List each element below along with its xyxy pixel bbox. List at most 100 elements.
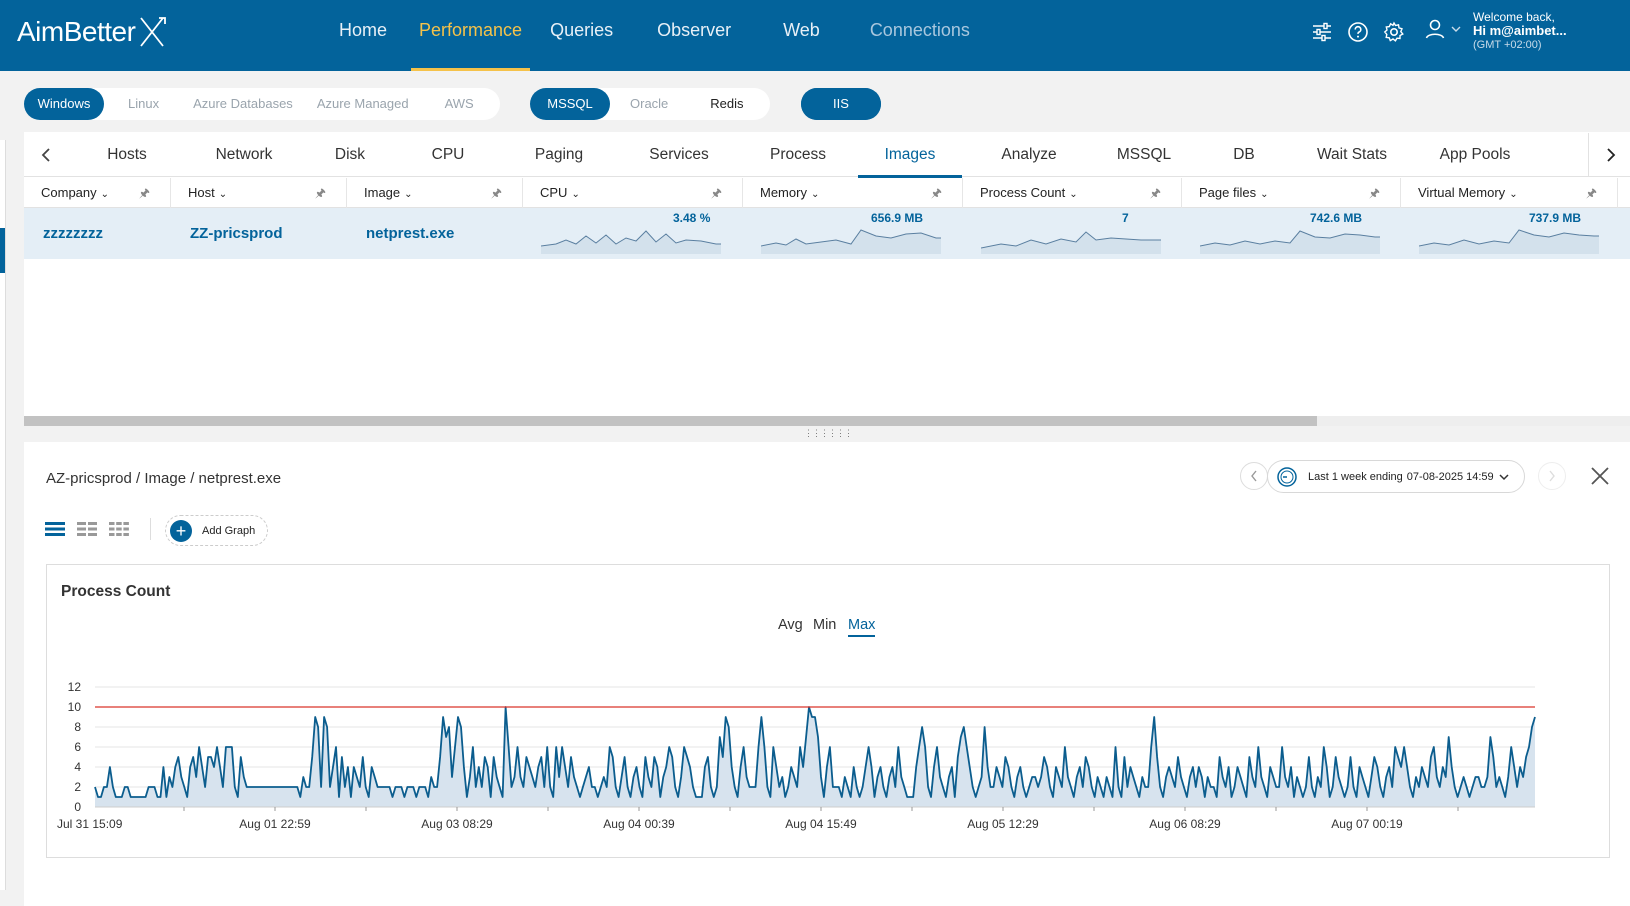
tab-db[interactable]: DB: [1192, 133, 1296, 177]
y-tick-label: 12: [68, 680, 82, 694]
tabs-scroll-right[interactable]: [1588, 133, 1630, 177]
col-memory[interactable]: Memory ⌄ 🖈: [743, 178, 963, 208]
tab-services[interactable]: Services: [620, 133, 738, 177]
range-next-button[interactable]: [1538, 462, 1566, 490]
filter-sliders-icon[interactable]: [1310, 20, 1334, 44]
layout-two-column-icon[interactable]: [76, 520, 98, 538]
pin-icon[interactable]: 🖈: [1369, 178, 1380, 208]
settings-gear-icon[interactable]: [1382, 20, 1406, 44]
tab-app-pools[interactable]: App Pools: [1408, 133, 1542, 177]
col-host[interactable]: Host ⌄ 🖈: [171, 178, 347, 208]
tab-network[interactable]: Network: [186, 133, 302, 177]
help-icon[interactable]: [1346, 20, 1370, 44]
nav-web[interactable]: Web: [779, 0, 824, 71]
col-image[interactable]: Image ⌄ 🖈: [347, 178, 523, 208]
db-redis[interactable]: Redis: [698, 88, 755, 120]
left-rail-indicator: [0, 228, 5, 273]
cell-cpu: 3.48 %: [523, 208, 743, 259]
user-timezone: (GMT +02:00): [1473, 39, 1542, 51]
y-tick-label: 2: [74, 780, 81, 794]
add-graph-button[interactable]: + Add Graph: [165, 515, 269, 546]
y-tick-label: 8: [74, 720, 81, 734]
chevron-right-icon: [1606, 148, 1615, 162]
x-tick-label: Aug 01 22:59: [239, 817, 311, 831]
nav-connections[interactable]: Connections: [866, 0, 974, 71]
pin-icon[interactable]: 🖈: [139, 178, 150, 208]
tab-process[interactable]: Process: [738, 133, 858, 177]
pin-icon[interactable]: 🖈: [711, 178, 722, 208]
col-company[interactable]: Company ⌄ 🖈: [24, 178, 171, 208]
time-range-picker[interactable]: Last 1 week ending 07-08-2025 14:59: [1267, 460, 1525, 493]
tab-disk[interactable]: Disk: [302, 133, 398, 177]
platform-linux[interactable]: Linux: [116, 88, 171, 120]
db-oracle[interactable]: Oracle: [618, 88, 680, 120]
toolbar-divider: [150, 518, 151, 540]
col-memory-label: Memory: [760, 185, 807, 200]
range-end: 07-08-2025 14:59: [1406, 470, 1494, 483]
tab-wait-stats[interactable]: Wait Stats: [1296, 133, 1408, 177]
memory-sparkline: [761, 229, 941, 254]
tab-analyze[interactable]: Analyze: [962, 133, 1096, 177]
user-menu[interactable]: [1424, 18, 1462, 40]
tab-images[interactable]: Images: [858, 133, 962, 178]
main-nav: Home Performance Queries Observer Web Co…: [335, 0, 974, 71]
col-virtual-memory[interactable]: Virtual Memory ⌄ 🖈: [1401, 178, 1618, 208]
logo-text: AimBetter: [17, 16, 136, 47]
chevron-down-icon: ⌄: [1509, 189, 1518, 200]
nav-performance[interactable]: Performance: [411, 0, 531, 71]
close-icon[interactable]: [1590, 466, 1610, 491]
col-image-label: Image: [364, 185, 401, 200]
nav-observer[interactable]: Observer: [653, 0, 735, 71]
breadcrumb: AZ-pricsprod / Image / netprest.exe: [46, 470, 282, 487]
col-page-files[interactable]: Page files ⌄ 🖈: [1182, 178, 1401, 208]
layout-single-column-icon[interactable]: [44, 520, 66, 538]
metric-tabs: Hosts Network Disk CPU Paging Services P…: [24, 133, 1630, 178]
col-cpu[interactable]: CPU ⌄ 🖈: [523, 178, 743, 208]
cpu-value: 3.48 %: [673, 211, 711, 225]
nav-queries[interactable]: Queries: [546, 0, 617, 71]
platform-azure-databases[interactable]: Azure Databases: [181, 88, 305, 120]
layout-three-column-icon[interactable]: [108, 520, 130, 538]
database-selector: MSSQL Oracle Redis: [530, 88, 770, 120]
table-row[interactable]: zzzzzzzz ZZ-pricsprod netprest.exe 3.48 …: [24, 208, 1630, 259]
virtual-memory-value: 737.9 MB: [1529, 211, 1582, 225]
layout-switcher: [44, 520, 130, 538]
horizontal-scrollbar[interactable]: [24, 416, 1630, 426]
nav-home[interactable]: Home: [335, 0, 391, 71]
tab-cpu[interactable]: CPU: [398, 133, 498, 177]
range-prev-button[interactable]: [1240, 462, 1268, 490]
pin-icon[interactable]: 🖈: [931, 178, 942, 208]
user-avatar-icon: [1425, 19, 1445, 39]
pin-icon[interactable]: 🖈: [1586, 178, 1597, 208]
scrollbar-thumb[interactable]: [24, 416, 1317, 426]
platform-aws[interactable]: AWS: [433, 88, 486, 120]
server-iis[interactable]: IIS: [801, 88, 881, 120]
resize-handle-icon[interactable]: ⋮⋮⋮⋮⋮⋮: [804, 428, 853, 439]
cell-process-count: 7: [963, 208, 1182, 259]
process-count-chart[interactable]: 0 2 4 6 8 10 12 Jul 31 15:09 Aug 01 22:59 Aug 03 …: [47, 565, 1611, 859]
x-tick-label: Aug 06 08:29: [1149, 817, 1221, 831]
pin-icon[interactable]: 🖈: [315, 178, 326, 208]
chevron-right-icon: [1549, 470, 1555, 482]
platform-azure-managed[interactable]: Azure Managed: [305, 88, 421, 120]
col-process-count[interactable]: Process Count ⌄ 🖈: [963, 178, 1182, 208]
aimbetter-logo[interactable]: AimBetter: [17, 16, 167, 48]
cell-image: netprest.exe: [366, 225, 455, 242]
tab-hosts[interactable]: Hosts: [68, 133, 186, 177]
pin-icon[interactable]: 🖈: [1150, 178, 1161, 208]
pin-icon[interactable]: 🖈: [491, 178, 502, 208]
platform-windows[interactable]: Windows: [24, 88, 104, 120]
server-selector: IIS: [801, 88, 881, 120]
virtual-memory-sparkline: [1419, 229, 1599, 254]
user-name: Hi m@aimbet...: [1473, 23, 1567, 38]
top-icons: [1310, 20, 1406, 44]
tab-mssql[interactable]: MSSQL: [1096, 133, 1192, 177]
db-mssql[interactable]: MSSQL: [530, 88, 610, 120]
col-company-label: Company: [41, 185, 97, 200]
tabs-scroll-left[interactable]: [24, 133, 68, 177]
col-page-files-label: Page files: [1199, 185, 1257, 200]
process-count-value: 7: [1122, 211, 1129, 225]
tab-paging[interactable]: Paging: [498, 133, 620, 177]
x-tick-label: Aug 07 00:19: [1331, 817, 1403, 831]
chevron-down-icon: [1451, 26, 1461, 32]
